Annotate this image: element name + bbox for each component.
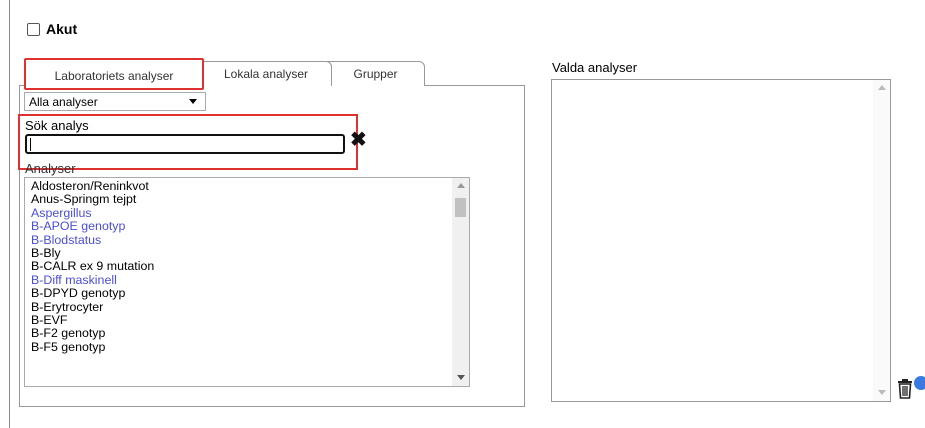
list-item[interactable]: B-Blodstatus [31, 233, 154, 247]
list-item[interactable]: Aspergillus [31, 206, 154, 220]
tab-laboratoriets-analyser[interactable]: Laboratoriets analyser [24, 58, 204, 90]
list-item[interactable]: B-F2 genotyp [31, 327, 154, 341]
analyses-label: Analyser [25, 161, 76, 176]
scroll-up-arrow-icon[interactable] [878, 85, 886, 90]
analyses-scrollbar[interactable] [452, 178, 469, 386]
tab-label: Grupper [353, 67, 398, 81]
list-item[interactable]: Aldosteron/Reninkvot [31, 179, 154, 193]
analyses-listbox[interactable]: Aldosteron/Reninkvot Anus-Springm tejpt … [24, 177, 470, 387]
trash-icon[interactable] [896, 378, 914, 400]
list-item[interactable]: B-Erytrocyter [31, 300, 154, 314]
chevron-down-icon [189, 99, 197, 104]
scroll-thumb[interactable] [455, 198, 466, 217]
search-label: Sök analys [25, 118, 89, 133]
filter-selected-value: Alla analyser [29, 94, 98, 109]
list-item[interactable]: B-EVF [31, 313, 154, 327]
scroll-up-arrow-icon[interactable] [457, 183, 465, 188]
akut-checkbox[interactable] [27, 22, 40, 36]
info-icon[interactable] [914, 376, 925, 390]
text-caret [30, 138, 31, 151]
list-item[interactable]: Anus-Springm tejpt [31, 192, 154, 206]
list-item[interactable]: B-DPYD genotyp [31, 286, 154, 300]
search-input[interactable] [25, 134, 345, 154]
tab-label: Lokala analyser [223, 67, 309, 81]
analyses-items: Aldosteron/Reninkvot Anus-Springm tejpt … [31, 179, 154, 354]
akut-checkbox-group[interactable]: Akut [27, 21, 77, 37]
selected-analyses-listbox[interactable] [551, 79, 891, 402]
left-divider [9, 0, 10, 428]
scroll-down-arrow-icon[interactable] [457, 375, 465, 380]
selected-analyses-label: Valda analyser [552, 60, 638, 75]
scroll-down-arrow-icon[interactable] [878, 390, 886, 395]
list-item[interactable]: B-CALR ex 9 mutation [31, 260, 154, 274]
list-item[interactable]: B-Diff maskinell [31, 273, 154, 287]
list-item[interactable]: B-APOE genotyp [31, 219, 154, 233]
akut-label: Akut [46, 21, 78, 37]
tab-label: Laboratoriets analyser [54, 69, 174, 83]
close-icon[interactable]: ✖ [350, 130, 367, 150]
selected-scrollbar[interactable] [873, 80, 890, 401]
analysis-filter-select[interactable]: Alla analyser [24, 92, 206, 111]
tab-lokala-analyser[interactable]: Lokala analyser [200, 61, 332, 86]
tab-grupper[interactable]: Grupper [326, 61, 425, 86]
list-item[interactable]: B-Bly [31, 246, 154, 260]
list-item[interactable]: B-F5 genotyp [31, 340, 154, 354]
